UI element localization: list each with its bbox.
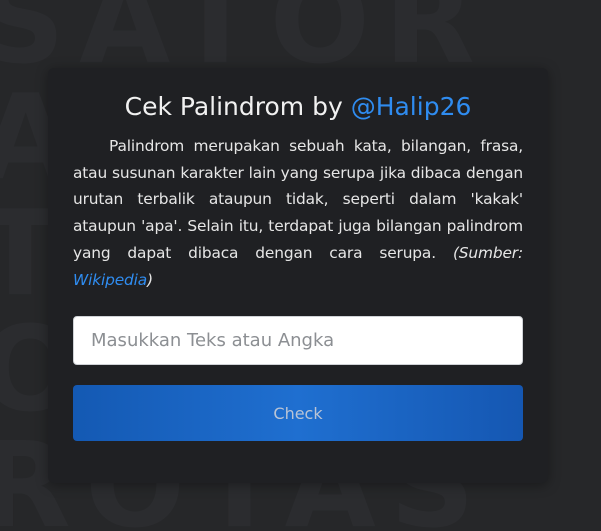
- text-input[interactable]: [73, 316, 523, 366]
- wikipedia-link[interactable]: Wikipedia: [73, 271, 147, 289]
- source-close: ): [147, 270, 153, 289]
- author-handle: @Halip26: [350, 92, 472, 121]
- page-title: Cek Palindrom by @Halip26: [73, 90, 523, 124]
- palindrome-card: Cek Palindrom by @Halip26 Palindrom meru…: [48, 68, 548, 483]
- source-open: (Sumber:: [452, 243, 524, 262]
- check-button[interactable]: Check: [73, 385, 523, 442]
- title-text: Cek Palindrom by: [124, 92, 351, 121]
- description: Palindrom merupakan sebuah kata, bilanga…: [73, 133, 523, 293]
